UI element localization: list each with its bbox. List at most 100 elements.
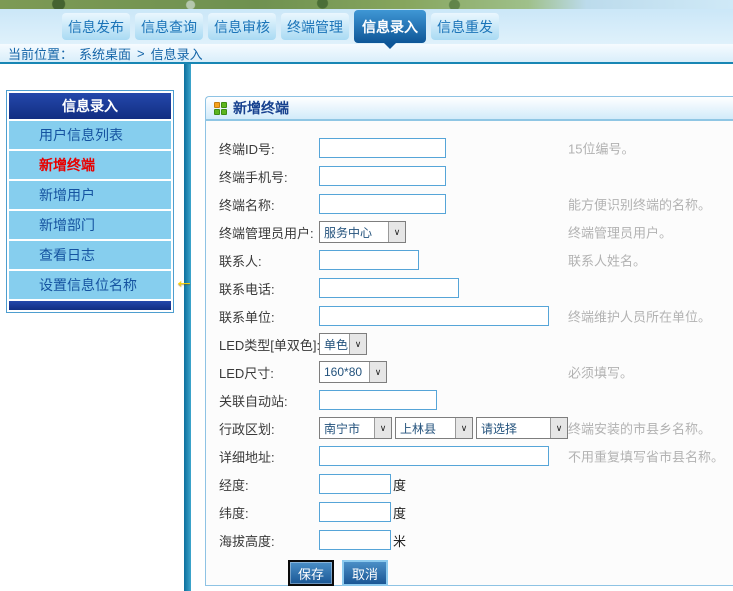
form-buttons: 保存取消 xyxy=(206,560,733,586)
tab-info-resend[interactable]: 信息重发 xyxy=(431,13,499,40)
region-city-selected-value: 南宁市 xyxy=(320,420,374,437)
breadcrumb-current-page: 信息录入 xyxy=(151,44,203,63)
sidebar-item-set-info-slot-name[interactable]: 设置信息位名称 xyxy=(9,271,171,299)
address-hint: 不用重复填写省市县名称。 xyxy=(568,447,724,466)
terminal-name-hint: 能方便识别终端的名称。 xyxy=(568,195,711,214)
add-terminal-panel: 新增终端 终端ID号:15位编号。终端手机号:终端名称:能方便识别终端的名称。终… xyxy=(205,96,733,586)
form-row-latitude: 纬度: 度 xyxy=(206,498,733,526)
sidebar-menu: 用户信息列表新增终端新增用户新增部门查看日志设置信息位名称 xyxy=(9,121,171,299)
sidebar-item-user-info-list[interactable]: 用户信息列表 xyxy=(9,121,171,149)
terminal-id-hint: 15位编号。 xyxy=(568,139,634,158)
sidebar-item-add-department[interactable]: 新增部门 xyxy=(9,211,171,239)
contact-person-label: 联系人: xyxy=(219,251,319,270)
save-button[interactable]: 保存 xyxy=(288,560,334,586)
form-row-led-type: LED类型[单双色]:单色∨ xyxy=(206,330,733,358)
form-row-terminal-phone: 终端手机号: xyxy=(206,162,733,190)
contact-phone-label: 联系电话: xyxy=(219,279,319,298)
auto-station-input[interactable] xyxy=(319,390,437,410)
terminal-id-label: 终端ID号: xyxy=(219,139,319,158)
sidebar-item-view-logs[interactable]: 查看日志 xyxy=(9,241,171,269)
chevron-down-icon: ∨ xyxy=(455,418,472,438)
admin-user-select[interactable]: 服务中心∨ xyxy=(319,221,406,243)
chevron-down-icon: ∨ xyxy=(349,334,366,354)
admin-user-hint: 终端管理员用户。 xyxy=(568,223,672,242)
panel-header: 新增终端 xyxy=(206,97,733,121)
altitude-input[interactable] xyxy=(319,530,391,550)
terminal-phone-label: 终端手机号: xyxy=(219,167,319,186)
contact-org-hint: 终端维护人员所在单位。 xyxy=(568,307,711,326)
latitude-label: 纬度: xyxy=(219,503,319,522)
form-row-longitude: 经度: 度 xyxy=(206,470,733,498)
contact-person-input[interactable] xyxy=(319,250,419,270)
region-city-select[interactable]: 南宁市∨ xyxy=(319,417,392,439)
sidebar-item-add-terminal[interactable]: 新增终端 xyxy=(9,151,171,179)
contact-phone-input[interactable] xyxy=(319,278,459,298)
tab-terminal-manage[interactable]: 终端管理 xyxy=(281,13,349,40)
address-label: 详细地址: xyxy=(219,447,319,466)
tab-info-publish[interactable]: 信息发布 xyxy=(62,13,130,40)
region-county-selected-value: 上林县 xyxy=(396,420,455,437)
breadcrumb-separator: > xyxy=(137,46,145,61)
terminal-name-input[interactable] xyxy=(319,194,446,214)
page: 信息发布信息查询信息审核终端管理信息录入信息重发 当前位置： 系统桌面 > 信息… xyxy=(0,0,733,591)
led-type-select[interactable]: 单色∨ xyxy=(319,333,367,355)
led-size-select[interactable]: 160*80∨ xyxy=(319,361,387,383)
region-label: 行政区划: xyxy=(219,419,319,438)
sidebar-divider xyxy=(184,64,191,591)
latitude-input[interactable] xyxy=(319,502,391,522)
panel-title: 新增终端 xyxy=(233,98,289,118)
longitude-label: 经度: xyxy=(219,475,319,494)
chevron-down-icon: ∨ xyxy=(369,362,386,382)
led-type-selected-value: 单色 xyxy=(320,336,349,353)
form-row-led-size: LED尺寸:160*80∨ 必须填写。 xyxy=(206,358,733,386)
led-type-label: LED类型[单双色]: xyxy=(219,335,319,354)
breadcrumb-prefix: 当前位置： xyxy=(8,44,73,63)
region-town-select[interactable]: 请选择∨ xyxy=(476,417,568,439)
terminal-id-input[interactable] xyxy=(319,138,446,158)
cancel-button[interactable]: 取消 xyxy=(342,560,388,586)
sidebar-footer-bar xyxy=(9,301,171,310)
main-nav-tabs: 信息发布信息查询信息审核终端管理信息录入信息重发 xyxy=(0,9,733,44)
chevron-down-icon: ∨ xyxy=(388,222,405,242)
contact-org-input[interactable] xyxy=(319,306,549,326)
longitude-input[interactable] xyxy=(319,474,391,494)
add-terminal-form: 终端ID号:15位编号。终端手机号:终端名称:能方便识别终端的名称。终端管理员用… xyxy=(206,121,733,586)
module-grid-icon xyxy=(214,102,227,115)
terminal-name-label: 终端名称: xyxy=(219,195,319,214)
terminal-phone-input[interactable] xyxy=(319,166,446,186)
longitude-unit: 度 xyxy=(393,475,406,494)
form-row-altitude: 海拔高度:米 xyxy=(206,526,733,554)
form-row-admin-user: 终端管理员用户:服务中心∨ 终端管理员用户。 xyxy=(206,218,733,246)
tab-info-query[interactable]: 信息查询 xyxy=(135,13,203,40)
region-county-select[interactable]: 上林县∨ xyxy=(395,417,473,439)
contact-person-hint: 联系人姓名。 xyxy=(568,251,646,270)
form-row-contact-phone: 联系电话: xyxy=(206,274,733,302)
chevron-down-icon: ∨ xyxy=(374,418,391,438)
collapse-sidebar-arrow-icon[interactable]: ← xyxy=(174,271,194,291)
altitude-label: 海拔高度: xyxy=(219,531,319,550)
sidebar-item-add-user[interactable]: 新增用户 xyxy=(9,181,171,209)
led-size-selected-value: 160*80 xyxy=(320,365,369,379)
form-row-region: 行政区划:南宁市∨上林县∨请选择∨终端安装的市县乡名称。 xyxy=(206,414,733,442)
sidebar-title: 信息录入 xyxy=(9,93,171,119)
header-photo-banner xyxy=(0,0,733,9)
breadcrumb-link-system-desktop[interactable]: 系统桌面 xyxy=(79,44,131,63)
form-row-terminal-id: 终端ID号: 15位编号。 xyxy=(206,134,733,162)
tab-info-entry[interactable]: 信息录入 xyxy=(354,10,426,43)
form-row-contact-org: 联系单位:终端维护人员所在单位。 xyxy=(206,302,733,330)
form-row-contact-person: 联系人: 联系人姓名。 xyxy=(206,246,733,274)
latitude-unit: 度 xyxy=(393,503,406,522)
admin-user-selected-value: 服务中心 xyxy=(320,224,388,241)
led-size-hint: 必须填写。 xyxy=(568,363,633,382)
form-row-terminal-name: 终端名称: 能方便识别终端的名称。 xyxy=(206,190,733,218)
region-hint: 终端安装的市县乡名称。 xyxy=(568,419,711,438)
breadcrumb: 当前位置： 系统桌面 > 信息录入 xyxy=(0,44,733,64)
form-row-auto-station: 关联自动站: xyxy=(206,386,733,414)
auto-station-label: 关联自动站: xyxy=(219,391,319,410)
admin-user-label: 终端管理员用户: xyxy=(219,223,319,242)
address-input[interactable] xyxy=(319,446,549,466)
led-size-label: LED尺寸: xyxy=(219,363,319,382)
tab-info-audit[interactable]: 信息审核 xyxy=(208,13,276,40)
sidebar: 信息录入 用户信息列表新增终端新增用户新增部门查看日志设置信息位名称 xyxy=(6,90,174,313)
region-town-selected-value: 请选择 xyxy=(477,420,550,437)
